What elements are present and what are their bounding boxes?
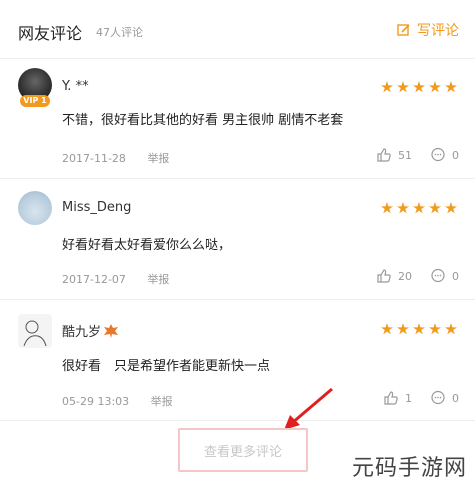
comment-text: 不错，很好看比其他的好看 男主很帅 剧情不老套 — [62, 113, 344, 128]
comment-item: 酷九岁 很好看 只是希望作者能更新快一点 05-29 13:03 举报 1 0 — [0, 300, 475, 420]
rating-stars — [381, 323, 457, 335]
star-icon — [429, 202, 441, 214]
reply-button[interactable]: 0 — [430, 268, 459, 284]
comment-count: 47人评论 — [96, 26, 143, 39]
comment-item: VIP 1 Y. ** 不错，很好看比其他的好看 男主很帅 剧情不老套 2017… — [0, 58, 475, 178]
star-icon — [397, 323, 409, 335]
thumbs-up-icon — [384, 391, 398, 405]
write-comment-label: 写评论 — [417, 23, 459, 39]
star-icon — [413, 202, 425, 214]
star-icon — [413, 81, 425, 93]
star-icon — [381, 202, 393, 214]
like-button[interactable]: 51 — [376, 147, 412, 163]
like-count: 51 — [398, 148, 412, 162]
reply-count: 0 — [452, 391, 459, 405]
like-count: 20 — [398, 269, 412, 283]
avatar[interactable] — [18, 191, 52, 225]
reply-button[interactable]: 0 — [430, 147, 459, 163]
comment-actions: 20 0 — [376, 268, 459, 284]
vip-badge: VIP 1 — [20, 95, 50, 107]
comment-meta: 05-29 13:03 举报 — [62, 393, 191, 409]
star-icon — [429, 323, 441, 335]
reply-count: 0 — [452, 269, 459, 283]
divider — [0, 420, 475, 421]
comment-bubble-icon — [431, 390, 445, 405]
rating-stars — [381, 81, 457, 93]
star-icon — [445, 81, 457, 93]
comment-meta: 2017-11-28 举报 — [62, 150, 187, 166]
star-icon — [381, 81, 393, 93]
comment-author[interactable]: Miss_Deng — [62, 200, 131, 215]
thumbs-up-icon — [377, 148, 391, 162]
comment-date: 2017-12-07 — [62, 273, 126, 286]
reply-button[interactable]: 0 — [430, 390, 459, 406]
comment-bubble-icon — [431, 268, 445, 283]
comment-actions: 1 0 — [383, 390, 459, 406]
report-link[interactable]: 举报 — [147, 152, 169, 165]
report-link[interactable]: 举报 — [151, 395, 173, 408]
like-button[interactable]: 1 — [383, 390, 412, 406]
rating-stars — [381, 202, 457, 214]
comments-header: 网友评论 47人评论 写评论 — [0, 0, 475, 59]
avatar-sketch-icon — [23, 320, 47, 347]
watermark-text: 元码手游网 — [351, 456, 467, 481]
write-comment-button[interactable]: 写评论 — [397, 20, 459, 40]
star-icon — [413, 323, 425, 335]
reply-count: 0 — [452, 148, 459, 162]
comment-item: Miss_Deng 好看好看太好看爱你么么哒， 2017-12-07 举报 20… — [0, 179, 475, 299]
star-icon — [445, 202, 457, 214]
star-icon — [429, 81, 441, 93]
comment-actions: 51 0 — [376, 147, 459, 163]
leaf-badge-icon — [104, 323, 119, 338]
star-icon — [445, 323, 457, 335]
comment-bubble-icon — [431, 147, 445, 162]
thumbs-up-icon — [377, 269, 391, 283]
view-more-comments-button[interactable]: 查看更多评论 — [178, 428, 308, 472]
like-count: 1 — [405, 391, 412, 405]
comment-author[interactable]: 酷九岁 — [62, 321, 119, 340]
comment-date: 2017-11-28 — [62, 152, 126, 165]
like-button[interactable]: 20 — [376, 268, 412, 284]
star-icon — [397, 81, 409, 93]
avatar[interactable] — [18, 314, 52, 348]
report-link[interactable]: 举报 — [147, 273, 169, 286]
comment-text: 好看好看太好看爱你么么哒， — [62, 238, 232, 253]
comment-date: 05-29 13:03 — [62, 395, 130, 408]
edit-icon — [397, 24, 410, 36]
star-icon — [397, 202, 409, 214]
comment-author-label: 酷九岁 — [62, 325, 102, 340]
comment-author[interactable]: Y. ** — [62, 79, 89, 94]
comment-meta: 2017-12-07 举报 — [62, 271, 187, 287]
section-title: 网友评论 — [18, 24, 83, 43]
comment-text: 很好看 只是希望作者能更新快一点 — [62, 359, 271, 374]
star-icon — [381, 323, 393, 335]
